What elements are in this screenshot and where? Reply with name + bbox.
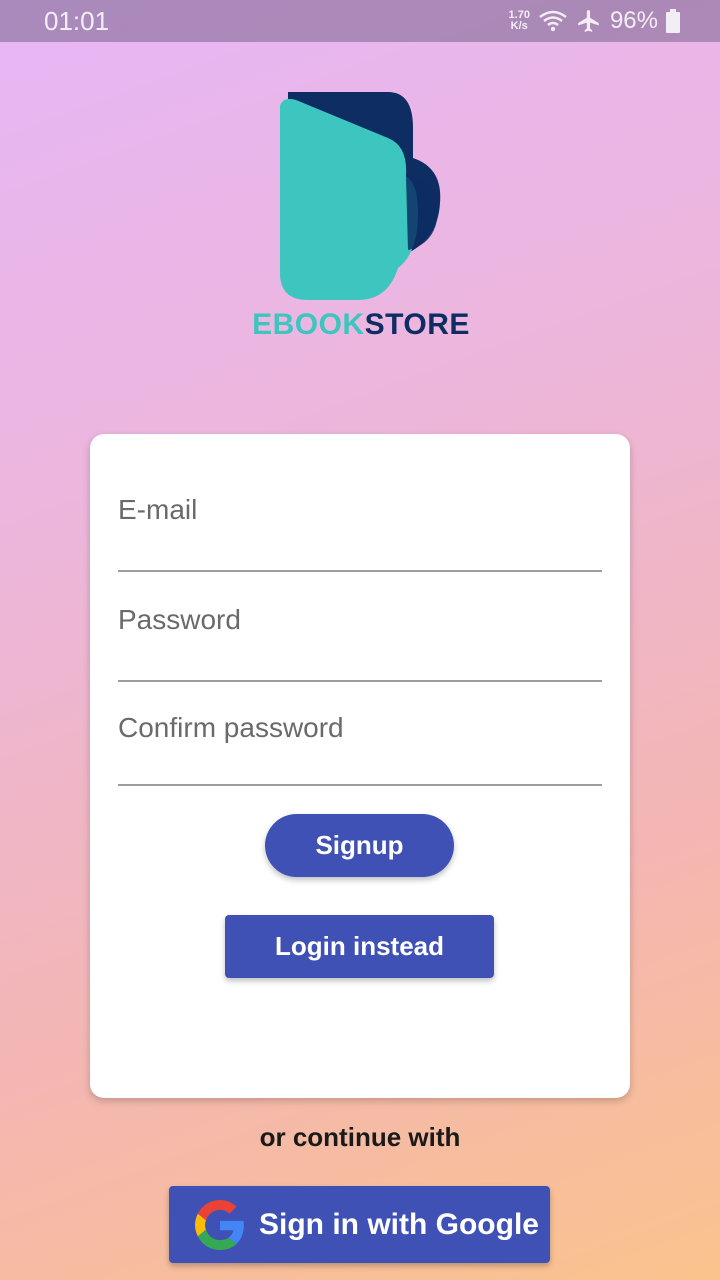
status-icons: 1.70 K/s 96%	[509, 6, 680, 36]
password-field[interactable]	[118, 604, 602, 636]
confirm-password-field-container	[118, 712, 602, 786]
google-signin-button[interactable]: Sign in with Google	[169, 1186, 550, 1263]
or-continue-text: or continue with	[259, 1122, 461, 1152]
airplane-icon	[578, 10, 599, 32]
app-logo: EBOOKSTORE	[248, 88, 474, 341]
status-bar: 01:01 1.70 K/s 96%	[0, 0, 720, 42]
password-field-container	[118, 604, 602, 682]
logo-text-ebook: EBOOK	[252, 308, 365, 341]
signup-card: Signup Login instead	[90, 434, 630, 1098]
status-time: 01:01	[44, 6, 110, 36]
google-icon	[195, 1199, 244, 1250]
login-instead-button[interactable]: Login instead	[225, 915, 494, 978]
book-logo-icon	[280, 92, 441, 300]
logo-text: EBOOKSTORE	[248, 308, 474, 342]
signup-button[interactable]: Signup	[265, 814, 454, 877]
logo-text-store: STORE	[364, 308, 470, 341]
email-field[interactable]	[118, 494, 602, 526]
battery-icon	[666, 9, 680, 33]
net-speed-unit: K/s	[510, 20, 528, 32]
wifi-icon	[539, 10, 567, 32]
confirm-password-field[interactable]	[118, 712, 602, 744]
google-signin-label: Sign in with Google	[259, 1207, 539, 1241]
email-field-container	[118, 494, 602, 572]
battery-percent: 96%	[609, 7, 658, 34]
network-speed: 1.70 K/s	[509, 10, 530, 32]
